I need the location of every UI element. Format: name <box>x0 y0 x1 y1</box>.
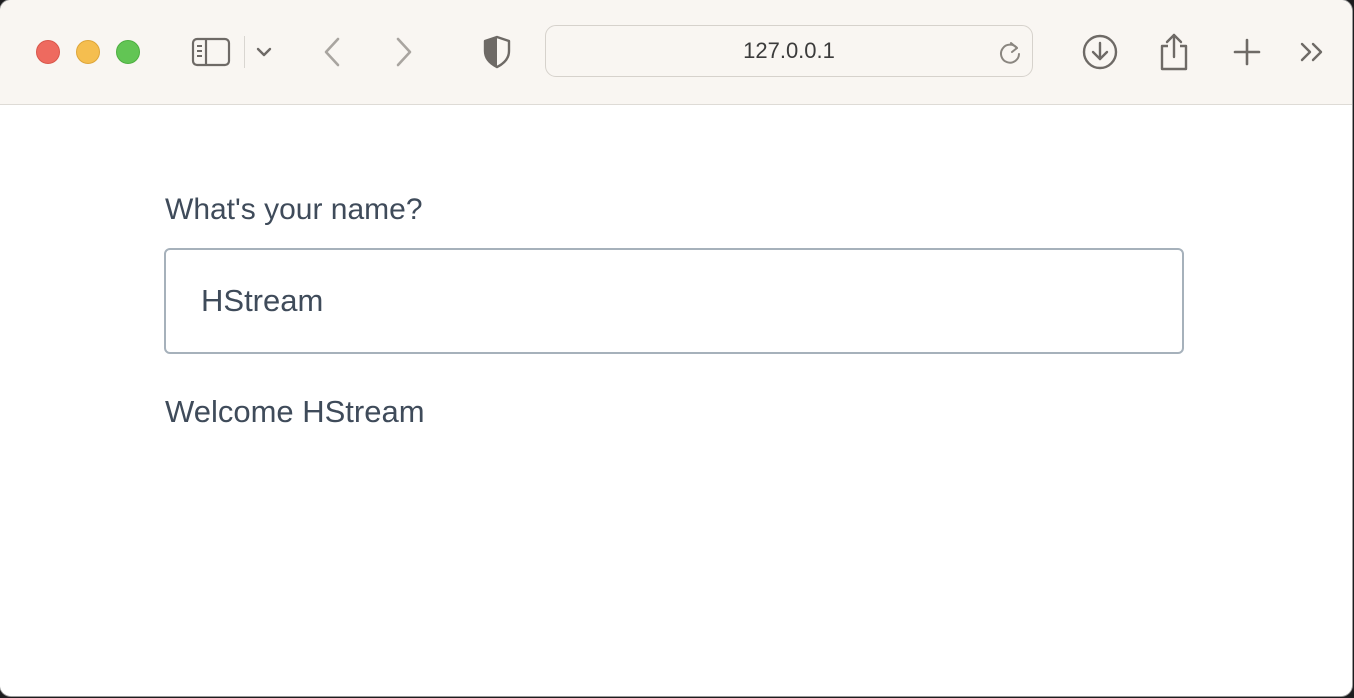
welcome-message: Welcome HStream <box>165 394 425 429</box>
browser-toolbar: 127.0.0.1 <box>0 0 1352 105</box>
plus-icon[interactable] <box>1231 30 1263 74</box>
address-bar[interactable]: 127.0.0.1 <box>545 25 1033 77</box>
privacy-shield-icon[interactable] <box>481 30 513 74</box>
chevron-down-icon[interactable] <box>254 30 274 74</box>
reload-icon[interactable] <box>998 39 1022 70</box>
share-icon[interactable] <box>1156 30 1192 74</box>
sidebar-icon[interactable] <box>190 30 232 74</box>
forward-arrow-icon[interactable] <box>390 30 418 74</box>
name-prompt-label: What's your name? <box>165 193 423 226</box>
minimize-window-button[interactable] <box>76 40 100 64</box>
toolbar-divider <box>244 36 245 68</box>
page-content: What's your name? Welcome HStream <box>0 105 1352 696</box>
maximize-window-button[interactable] <box>116 40 140 64</box>
more-chevrons-icon[interactable] <box>1297 30 1329 74</box>
back-arrow-icon[interactable] <box>318 30 346 74</box>
address-text[interactable]: 127.0.0.1 <box>546 26 1032 76</box>
name-input[interactable] <box>164 248 1184 354</box>
browser-window: 127.0.0.1 What's your name? HStream Welc… <box>0 0 1352 696</box>
close-window-button[interactable] <box>36 40 60 64</box>
download-icon[interactable] <box>1081 30 1119 74</box>
